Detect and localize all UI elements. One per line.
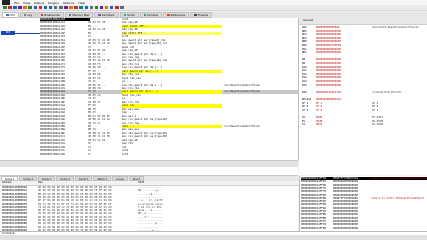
tab-label: Threads xyxy=(197,13,208,17)
dump-header-ascii: ASCII xyxy=(138,181,145,184)
toolbar-button-icon[interactable] xyxy=(89,5,94,10)
toolbar-button-icon[interactable] xyxy=(115,5,119,10)
tab-label: Memory Map xyxy=(72,13,90,17)
tab-icon xyxy=(123,13,127,17)
toolbar-button-icon[interactable] xyxy=(8,5,12,10)
disasm-bytes: CC xyxy=(88,152,92,156)
tab-label: Breakpoints xyxy=(44,13,60,17)
status-bar xyxy=(0,235,427,240)
toolbar-button-icon[interactable] xyxy=(43,5,48,10)
toolbar-button-icon[interactable] xyxy=(104,5,109,10)
tab-icon xyxy=(194,13,197,17)
toolbar-button-icon[interactable] xyxy=(74,5,78,10)
menu-item-plugins[interactable]: Plugins xyxy=(48,1,59,5)
toolbar-button-icon[interactable] xyxy=(23,5,27,10)
menu-item-view[interactable]: View xyxy=(23,1,30,5)
toolbar-button-icon[interactable] xyxy=(120,5,124,10)
toolbar-button-icon[interactable] xyxy=(48,5,53,10)
disasm-instruction: int3 xyxy=(122,152,129,156)
toolbar-button-icon[interactable] xyxy=(69,5,73,10)
menu-item-help[interactable]: Help xyxy=(78,1,85,5)
stack-value: 0000000000000000 xyxy=(333,226,358,230)
tab-label: Log xyxy=(27,13,32,17)
toolbar-button-icon[interactable] xyxy=(33,5,38,10)
toolbar-button-icon[interactable] xyxy=(59,5,63,10)
toolbar-button-icon[interactable] xyxy=(109,5,114,10)
tab-icon xyxy=(167,13,170,17)
registers-panel[interactable]: General RAX 000000000000000 <kernel32.Base… xyxy=(299,18,427,175)
registers-header: General xyxy=(299,18,427,25)
toolbar-button-icon[interactable] xyxy=(3,5,7,10)
info-box xyxy=(0,167,298,176)
tab-label: Symbols xyxy=(147,13,159,17)
toolbar-button-icon[interactable] xyxy=(18,5,22,10)
register-row[interactable]: CS 0033 SS 002B xyxy=(302,123,426,127)
toolbar-button-icon[interactable] xyxy=(38,5,43,10)
tab-icon xyxy=(6,13,9,17)
toolbar-button-icon[interactable] xyxy=(79,5,83,10)
register-comment: SS 002B xyxy=(372,123,383,127)
register-value: 0033 xyxy=(316,123,323,127)
disasm-address: 00000001400A11CD xyxy=(40,152,65,156)
toolbar-button-icon[interactable] xyxy=(28,5,32,10)
dump-header-address: Address xyxy=(2,181,12,184)
toolbar-button-icon[interactable] xyxy=(13,5,17,10)
toolbar-button-icon[interactable] xyxy=(84,5,88,10)
tab-label: Script xyxy=(127,13,135,17)
menu-item-debug[interactable]: Debug xyxy=(34,1,44,5)
toolbar xyxy=(0,5,427,11)
disasm-row[interactable]: 00000001400A11CD CC int3 xyxy=(40,153,298,156)
toolbar-button-icon[interactable] xyxy=(99,5,104,10)
memory-dump-view[interactable]: Address Hex ASCII 00000001400B0000 00 00 … xyxy=(0,181,298,231)
tab-icon xyxy=(68,13,72,17)
tab-icon xyxy=(23,13,27,17)
stack-row[interactable]: 000000000014FFD0 0000000000000000 xyxy=(301,227,427,230)
stack-address: 000000000014FFD0 xyxy=(301,226,326,230)
instruction-pointer-marker: RIP xyxy=(1,31,15,35)
stack-view[interactable]: 000000000014FF58 00007FFC58D97344 return t… xyxy=(299,176,427,231)
tab-label: References xyxy=(170,13,186,17)
toolbar-button-icon[interactable] xyxy=(53,5,58,10)
status-text xyxy=(0,236,2,239)
tab-label: Call Stack xyxy=(101,13,115,17)
tab-icon xyxy=(98,13,101,17)
branch-gutter: RIP xyxy=(0,18,40,160)
menu-item-file[interactable]: File xyxy=(14,1,19,5)
dump-header-hex: Hex xyxy=(38,181,43,184)
horizontal-scrollbar[interactable] xyxy=(0,160,298,167)
toolbar-button-icon[interactable] xyxy=(94,5,99,10)
menu-item-options[interactable]: Options xyxy=(63,1,75,5)
tab-label: CPU xyxy=(9,13,15,17)
disassembly-view[interactable]: RIP 00000001400A1140 CC int3 00000001400A11… xyxy=(0,18,299,160)
tab-icon xyxy=(143,13,147,17)
toolbar-button-icon[interactable] xyxy=(64,5,68,10)
register-name: CS xyxy=(302,123,306,127)
tab-icon xyxy=(40,13,44,17)
branch-arrow xyxy=(14,33,40,34)
